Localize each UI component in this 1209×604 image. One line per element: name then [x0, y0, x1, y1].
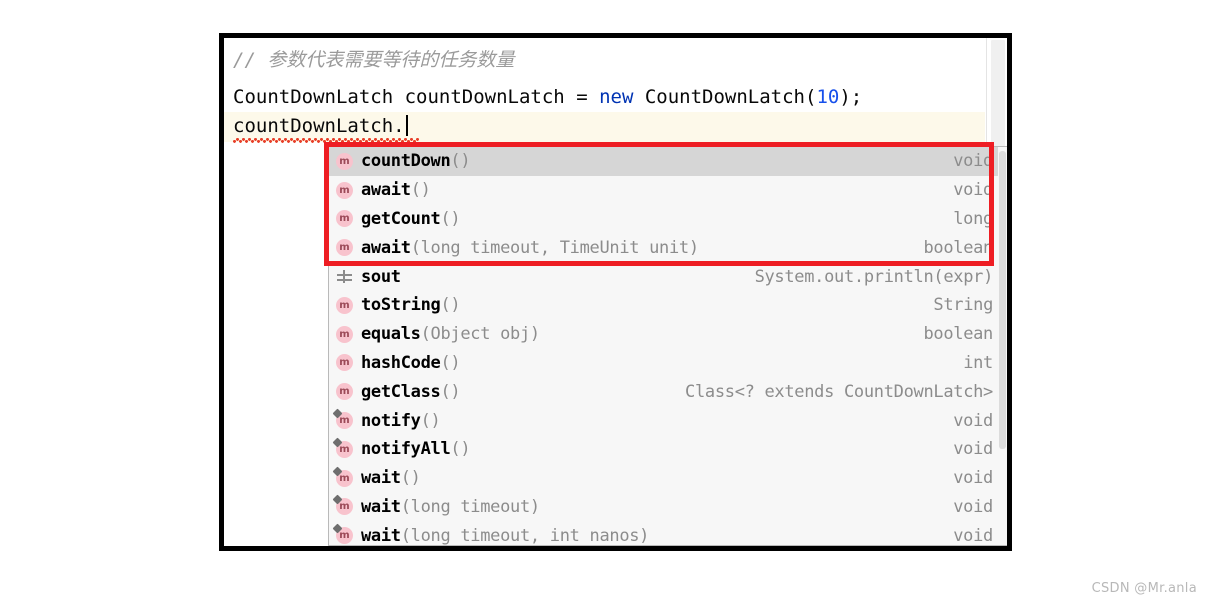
completion-item-name: await — [361, 180, 411, 201]
completion-popup-scrollbar[interactable] — [998, 147, 1007, 545]
completion-item-name: hashCode — [361, 352, 441, 373]
method-icon: m — [336, 239, 353, 257]
code-line-comment: // 参数代表需要等待的任务数量 — [233, 46, 1007, 75]
completion-item-name: toString — [361, 295, 441, 316]
method-icon: m — [336, 296, 353, 314]
method-icon: m — [336, 412, 353, 430]
completion-item-name: getClass — [361, 381, 441, 402]
completion-item-params: (long timeout, TimeUnit unit) — [410, 237, 699, 258]
completion-item-name: notify — [361, 410, 421, 431]
completion-item[interactable]: m await() void — [329, 175, 1007, 205]
comment-slashes: // — [233, 49, 268, 71]
method-icon: m — [336, 440, 353, 458]
completion-item[interactable]: m countDown() void — [329, 147, 1007, 176]
ide-editor-inner: // 参数代表需要等待的任务数量 CountDownLatch countDow… — [224, 38, 1007, 546]
comment-text: 参数代表需要等待的任务数量 — [267, 49, 515, 71]
completion-item-name: wait — [361, 496, 401, 517]
completion-item-name: sout — [361, 266, 401, 287]
method-icon: m — [336, 354, 353, 372]
error-squiggle-underline — [233, 138, 419, 143]
completion-item[interactable]: m wait() void — [329, 463, 1007, 493]
completion-item[interactable]: m wait (long timeout, int nanos) void — [329, 521, 1007, 546]
completion-item-name: notifyAll — [361, 439, 451, 460]
method-icon: m — [336, 210, 353, 228]
caret-line-text: countDownLatch. — [233, 115, 405, 137]
decl-constructor: CountDownLatch( — [633, 86, 817, 108]
completion-item-params: () — [410, 180, 431, 201]
completion-item-type: Class<? extends CountDownLatch> — [685, 381, 993, 402]
method-icon: m — [336, 181, 353, 199]
completion-item[interactable]: m notifyAll() void — [329, 434, 1007, 464]
completion-item-name: equals — [361, 324, 421, 345]
text-caret — [405, 115, 408, 136]
watermark-text: CSDN @Mr.anla — [1091, 581, 1197, 596]
method-icon: m — [336, 383, 353, 401]
completion-item[interactable]: m getCount() long — [329, 204, 1007, 234]
code-completion-popup[interactable]: m countDown() void m await() void m getCount() l… — [328, 146, 1007, 546]
method-icon: m — [336, 152, 353, 170]
method-icon: m — [336, 469, 353, 487]
completion-item-name: getCount — [361, 208, 441, 229]
completion-item[interactable]: m toString() String — [329, 290, 1007, 320]
completion-item[interactable]: m await (long timeout, TimeUnit unit) boole… — [329, 233, 1007, 263]
keyword-new: new — [599, 86, 634, 108]
completion-item-params: (long timeout, int nanos) — [400, 525, 650, 546]
completion-item-name: countDown — [361, 151, 451, 172]
completion-item[interactable]: m hashCode() int — [329, 348, 1007, 378]
completion-item-params: (Object obj) — [420, 324, 541, 345]
method-icon: m — [336, 498, 353, 516]
completion-item-type: boolean — [923, 237, 993, 258]
completion-item-params: () — [440, 352, 461, 373]
completion-item-params: () — [440, 295, 461, 316]
code-line-declaration: CountDownLatch countDownLatch = new Coun… — [233, 83, 1007, 112]
completion-item-list[interactable]: m countDown() void m await() void m getCount() l… — [329, 147, 1007, 546]
completion-item-type: System.out.println(expr) — [754, 266, 994, 287]
live-template-icon — [336, 268, 353, 285]
decl-type: CountDownLatch — [233, 86, 405, 108]
completion-item[interactable]: sout System.out.println(expr) — [329, 262, 1007, 291]
completion-item[interactable]: m getClass() Class<? extends CountDownLatc… — [329, 377, 1007, 407]
completion-popup-scrollbar-thumb[interactable] — [999, 151, 1006, 449]
completion-item-params: () — [440, 381, 461, 402]
completion-item-params: () — [440, 208, 461, 229]
completion-item-params: () — [400, 468, 421, 489]
method-icon: m — [336, 325, 353, 343]
completion-item-type: String — [933, 295, 993, 316]
completion-item-params: () — [420, 410, 441, 431]
ide-editor-window: // 参数代表需要等待的任务数量 CountDownLatch countDow… — [219, 33, 1012, 551]
completion-item[interactable]: m equals (Object obj) boolean — [329, 319, 1007, 349]
completion-item-type: boolean — [923, 324, 993, 345]
decl-number-literal: 10 — [816, 86, 840, 108]
decl-tail: ); — [839, 86, 863, 108]
decl-variable: countDownLatch — [404, 86, 577, 108]
method-icon: m — [336, 527, 353, 545]
code-line-caret: countDownLatch. — [233, 112, 1007, 141]
completion-item-name: await — [361, 237, 411, 258]
completion-item-params: () — [450, 439, 471, 460]
completion-item-name: wait — [361, 525, 401, 546]
completion-item-name: wait — [361, 468, 401, 489]
completion-item[interactable]: m wait (long timeout) void — [329, 492, 1007, 522]
decl-equals: = — [576, 86, 600, 108]
completion-item-params: () — [450, 151, 471, 172]
completion-item-params: (long timeout) — [400, 496, 540, 517]
completion-item[interactable]: m notify() void — [329, 406, 1007, 435]
